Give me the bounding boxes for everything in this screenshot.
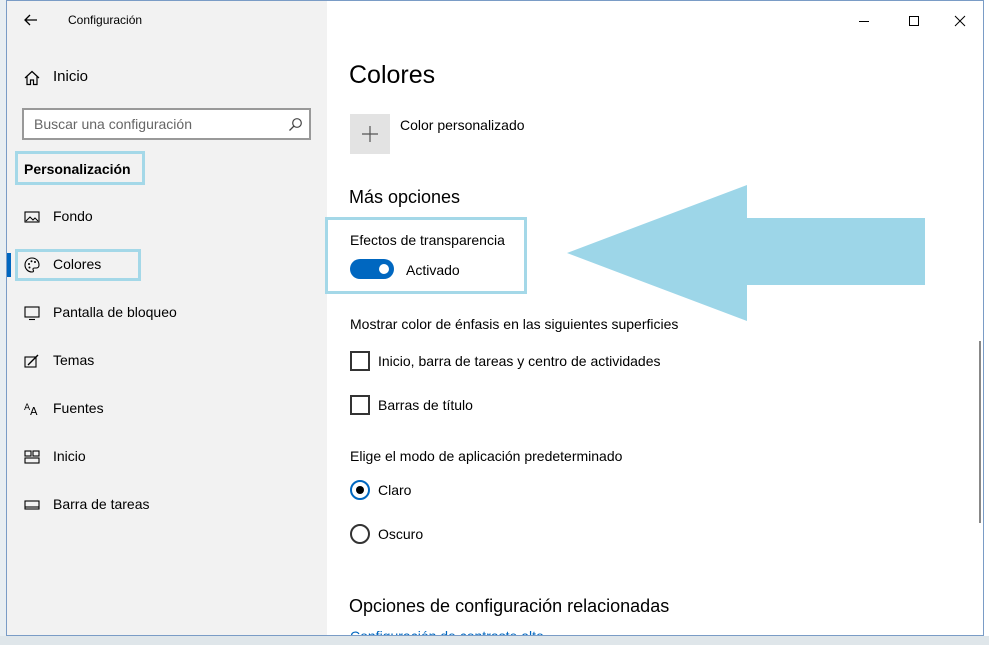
sidebar-item-pantalla-de-bloqueo[interactable]: Pantalla de bloqueo [7, 295, 327, 331]
maximize-button[interactable] [891, 7, 937, 35]
picture-icon [24, 211, 40, 223]
start-layout-icon [24, 450, 40, 464]
svg-text:A: A [30, 405, 38, 418]
section-title-highlight: Personalización [15, 151, 145, 185]
sidebar-item-label: Barra de tareas [53, 496, 150, 512]
custom-color-label: Color personalizado [400, 117, 525, 133]
more-options-heading: Más opciones [349, 187, 461, 207]
home-icon [24, 70, 40, 86]
sidebar-item-label: Fondo [53, 208, 93, 224]
font-icon: A A [24, 403, 38, 418]
title-bar: Configuración [7, 1, 327, 39]
sidebar-item-barra-de-tareas[interactable]: Barra de tareas [7, 487, 327, 523]
scrollbar[interactable] [979, 341, 981, 523]
transparency-toggle[interactable] [350, 259, 394, 279]
app-mode-label: Elige el modo de aplicación predetermina… [350, 448, 623, 464]
search-icon[interactable] [288, 117, 303, 132]
arrow-annotation [567, 185, 925, 321]
radio-label: Oscuro [378, 526, 424, 542]
search-box[interactable] [22, 108, 311, 140]
high-contrast-link[interactable]: Configuración de contraste alto [350, 628, 544, 635]
close-button[interactable] [937, 7, 983, 35]
sidebar-item-label: Fuentes [53, 400, 104, 416]
desktop-background-bottom [0, 636, 989, 645]
nav-home-label: Inicio [53, 68, 89, 85]
sidebar-item-inicio[interactable]: Inicio [7, 439, 327, 475]
sidebar-item-fuentes[interactable]: A A Fuentes [7, 391, 327, 427]
radio-button[interactable] [350, 524, 370, 544]
sidebar-item-label: Pantalla de bloqueo [53, 304, 177, 320]
radio-label: Claro [378, 482, 412, 498]
checkbox-label: Barras de título [378, 397, 473, 413]
transparency-label: Efectos de transparencia [350, 232, 505, 248]
plus-icon [362, 126, 378, 142]
related-settings-heading: Opciones de configuración relacionadas [349, 596, 670, 616]
taskbar-icon [24, 500, 40, 510]
close-icon [954, 15, 966, 27]
navigation-pane: Configuración Inicio Personalización Fo [7, 1, 327, 635]
transparency-highlight-annotation [325, 217, 527, 294]
app-title: Configuración [68, 13, 143, 27]
minimize-button[interactable] [841, 7, 887, 35]
section-title: Personalización [24, 161, 131, 177]
toggle-knob [379, 264, 389, 274]
brush-icon [24, 354, 39, 368]
transparency-state-label: Activado [406, 262, 460, 278]
lock-screen-icon [24, 306, 40, 321]
minimize-icon [859, 21, 869, 22]
checkbox[interactable] [350, 395, 370, 415]
colores-highlight-annotation [15, 249, 141, 281]
sidebar-item-label: Inicio [53, 448, 86, 464]
radio-button[interactable] [350, 480, 370, 500]
selection-indicator [7, 253, 11, 277]
back-arrow-icon [24, 14, 37, 26]
page-title: Colores [349, 61, 436, 89]
nav-home[interactable]: Inicio [7, 61, 327, 93]
sidebar-item-temas[interactable]: Temas [7, 343, 327, 379]
back-button[interactable] [17, 7, 45, 33]
sidebar-item-label: Temas [53, 352, 95, 368]
custom-color-button[interactable] [350, 114, 390, 154]
checkbox[interactable] [350, 351, 370, 371]
sidebar-item-fondo[interactable]: Fondo [7, 199, 327, 235]
maximize-icon [909, 16, 919, 26]
search-input[interactable] [34, 115, 274, 133]
checkbox-label: Inicio, barra de tareas y centro de acti… [378, 353, 661, 369]
